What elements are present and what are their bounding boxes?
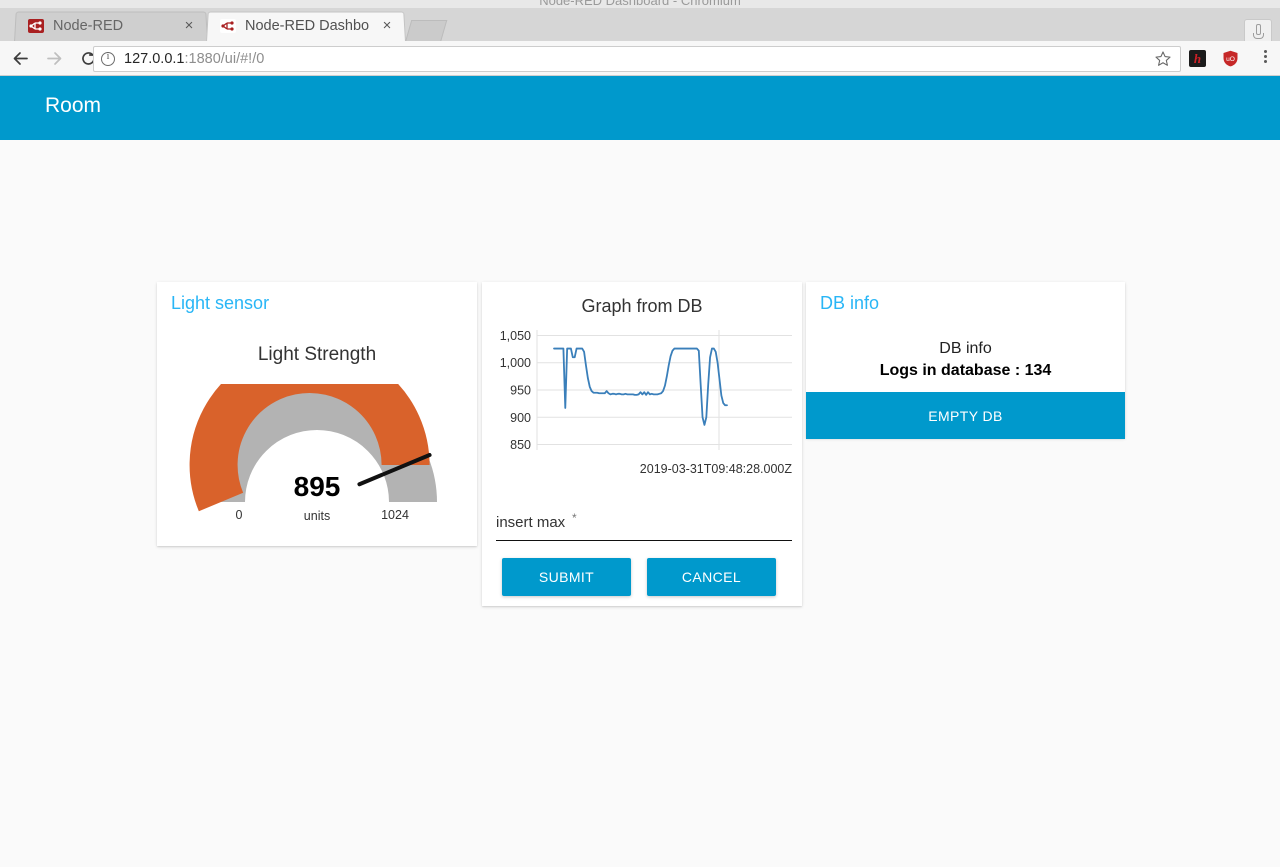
card-db-info: DB info DB info Logs in database : 134 E… [806,282,1125,439]
tab-node-red-dashboard[interactable]: Node-RED Dashbo × [206,11,406,43]
chart-x-axis-label: 2019-03-31T09:48:28.000Z [639,462,792,476]
y-tick-label: 1,000 [500,356,531,370]
card-graph-from-db: Graph from DB 850 900 950 1,000 1,050 2019-0… [482,282,802,606]
tab-close-icon[interactable]: × [181,18,197,34]
card-light-sensor: Light sensor Light Strength 895 units 0 [157,282,477,546]
address-bar[interactable]: 127.0.0.1:1880/ui/#!/0 [93,46,1181,72]
browser-window: Node-RED Dashboard - Chromium Node-RED × [0,0,1280,867]
svg-text:uO: uO [1226,56,1235,63]
back-button[interactable] [6,44,34,72]
chart-y-axis-ticks: 850 900 950 1,000 1,050 [500,329,531,452]
url-host: 127.0.0.1 [124,51,185,67]
db-info-line1: DB info [939,340,992,357]
browser-toolbar: 127.0.0.1:1880/ui/#!/0 h uO [0,41,1280,76]
back-arrow-icon [13,51,28,65]
chart-series-line [553,347,728,426]
chart-svg: 850 900 950 1,000 1,050 [500,329,792,452]
node-red-icon [220,19,236,33]
forward-arrow-icon [46,51,61,65]
tabstrip: Node-RED × Node-RED Dashbo × [0,8,1280,45]
required-marker: * [572,511,577,525]
gauge-max-label: 1024 [381,508,409,522]
url-text: 127.0.0.1:1880/ui/#!/0 [124,51,264,67]
tab-title: Node-RED Dashbo [245,18,370,34]
node-red-icon [28,19,44,33]
menu-dot [1263,55,1267,58]
empty-db-button[interactable]: EMPTY DB [806,392,1125,439]
window-title: Node-RED Dashboard - Chromium [539,0,741,8]
menu-dot [1263,60,1267,63]
site-info-icon[interactable] [101,51,115,66]
page-viewport: Room Light sensor Light Strength 895 uni… [0,76,1280,867]
chart-title: Graph from DB [581,296,703,316]
cancel-button[interactable]: CANCEL [647,558,776,596]
submit-button[interactable]: SUBMIT [502,558,631,596]
chart-gridlines [536,330,792,450]
dashboard-toolbar: Room [0,76,1280,140]
card-title-db-info: DB info [820,293,880,313]
browser-menu-icon[interactable] [1257,50,1273,67]
tab-node-red[interactable]: Node-RED × [14,11,208,43]
new-tab-button[interactable] [404,20,448,43]
page-title: Room [45,94,102,117]
gauge-label: Light Strength [257,344,377,365]
y-tick-label: 850 [510,438,531,452]
window-titlebar: Node-RED Dashboard - Chromium [0,0,1280,8]
insert-max-field[interactable]: insert max * [496,506,792,541]
db-info-line2: Logs in database : 134 [879,362,1052,379]
gauge-value: 895 [293,471,341,502]
gauge-min-label: 0 [235,508,243,522]
tab-title: Node-RED [53,18,124,34]
ublock-origin-icon[interactable]: uO [1222,50,1239,67]
insert-max-placeholder: insert max [496,514,566,531]
y-tick-label: 900 [510,411,531,425]
url-path: :1880/ui/#!/0 [184,51,265,67]
forward-button[interactable] [40,44,68,72]
gauge-units-label: units [303,509,331,523]
chart-widget: 850 900 950 1,000 1,050 [482,320,802,480]
card-title-light-sensor: Light sensor [171,293,270,313]
y-tick-label: 1,050 [500,329,531,343]
bookmark-star-icon[interactable] [1154,50,1172,68]
h-extension-icon[interactable]: h [1189,50,1206,67]
dashboard-grid: Light sensor Light Strength 895 units 0 [0,140,1280,867]
y-tick-label: 950 [510,384,531,398]
tab-close-icon[interactable]: × [379,18,395,34]
menu-dot [1263,50,1267,53]
